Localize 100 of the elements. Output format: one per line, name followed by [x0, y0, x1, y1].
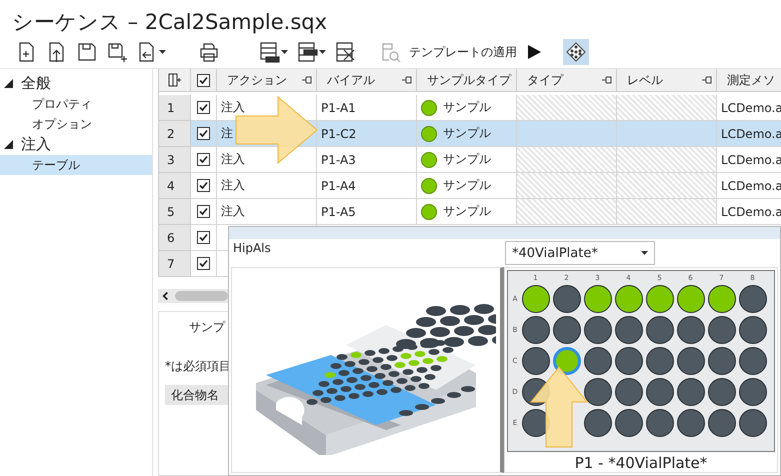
sample-type-label: サンプル: [443, 177, 491, 194]
vial-well[interactable]: [584, 408, 612, 436]
vial-well[interactable]: [614, 408, 642, 436]
tree-item[interactable]: オプション: [0, 114, 152, 134]
row-number: 5: [159, 199, 191, 225]
vial-well[interactable]: [738, 284, 766, 312]
vial-well[interactable]: [708, 378, 736, 406]
vial-well[interactable]: [646, 284, 674, 312]
checkbox[interactable]: [197, 205, 210, 218]
table-cell: P1-A4: [317, 173, 417, 199]
vial-well[interactable]: [676, 378, 704, 406]
vial-well[interactable]: [522, 316, 550, 344]
vial-well[interactable]: [584, 346, 612, 374]
vial-well[interactable]: [646, 378, 674, 406]
checkbox[interactable]: [197, 74, 210, 86]
tree-item[interactable]: プロパティ: [0, 94, 152, 114]
caret-icon: [319, 50, 326, 54]
scroll-thumb[interactable]: [175, 291, 228, 301]
window-title: シーケンス – 2Cal2Sample.sqx: [11, 9, 328, 36]
column-header-label: サンプルタイプ: [427, 72, 511, 88]
vial-well[interactable]: [584, 316, 612, 344]
vial-well[interactable]: [614, 284, 642, 312]
vial-well[interactable]: [614, 316, 642, 344]
caret-icon: [641, 251, 648, 255]
checkbox[interactable]: [197, 257, 210, 270]
expand-icon[interactable]: [4, 140, 13, 149]
vial-well[interactable]: [708, 408, 736, 436]
column-header-label: バイアル: [327, 72, 375, 88]
table-cell: P1-A5: [317, 199, 417, 225]
column-header-label: レベル: [627, 72, 663, 88]
table-cell: P1-A1: [317, 95, 417, 121]
checkbox[interactable]: [197, 127, 210, 140]
column-header[interactable]: 測定メソ: [717, 69, 781, 92]
table-cell: P1-C2: [317, 121, 417, 147]
caret-icon: [159, 50, 166, 54]
vial-well[interactable]: [676, 316, 704, 344]
vial-well[interactable]: [708, 284, 736, 312]
vial-well[interactable]: [522, 346, 550, 374]
vial-well[interactable]: [676, 408, 704, 436]
column-header-label: タイプ: [527, 72, 563, 88]
column-header[interactable]: タイプ: [517, 69, 617, 92]
vial-well[interactable]: [552, 284, 580, 312]
plate-caption: P1 - *40VialPlate*: [574, 454, 708, 472]
column-header[interactable]: レベル: [617, 69, 717, 92]
rows-icon[interactable]: [296, 41, 318, 63]
vial-well[interactable]: [738, 378, 766, 406]
apply-template-button[interactable]: テンプレートの適用: [378, 39, 519, 65]
vial-well[interactable]: [522, 284, 550, 312]
sample-type-label: サンプル: [443, 203, 491, 220]
vial-well[interactable]: [676, 346, 704, 374]
column-header[interactable]: アクション: [217, 69, 317, 92]
vial-well[interactable]: [614, 378, 642, 406]
sample-type-label: サンプル: [443, 99, 491, 116]
caret-icon: [281, 50, 288, 54]
row-number: 7: [159, 251, 191, 277]
checkbox[interactable]: [197, 101, 210, 114]
vial-well[interactable]: [738, 346, 766, 374]
table-cell: 注入: [217, 199, 317, 225]
column-header[interactable]: バイアル: [317, 69, 417, 92]
vial-well[interactable]: [584, 284, 612, 312]
checkbox[interactable]: [197, 153, 210, 166]
module-label: HipAls: [233, 241, 272, 255]
tree-item[interactable]: 全般: [0, 73, 152, 94]
column-header[interactable]: 化合物名: [165, 385, 229, 405]
rows-icon[interactable]: [258, 41, 280, 63]
column-header-label: アクション: [227, 72, 287, 88]
column-header-label: 測定メソ: [727, 72, 775, 88]
tree-item[interactable]: 注入: [0, 134, 152, 155]
play-icon[interactable]: [525, 43, 543, 61]
scroll-left-icon[interactable]: [162, 291, 170, 301]
vial-well[interactable]: [614, 346, 642, 374]
row-number: 6: [159, 225, 191, 251]
row-number: 2: [159, 121, 191, 147]
expand-icon[interactable]: [4, 79, 13, 88]
tree-item[interactable]: テーブル: [0, 155, 152, 175]
details-tab[interactable]: サンプ: [159, 312, 229, 342]
vial-well[interactable]: [552, 316, 580, 344]
vial-well[interactable]: [584, 378, 612, 406]
row-number: 3: [159, 147, 191, 173]
column-chooser-icon[interactable]: [168, 73, 182, 87]
table-cell: 注入: [217, 173, 317, 199]
vial-well[interactable]: [646, 408, 674, 436]
vial-well[interactable]: [708, 346, 736, 374]
vial-well[interactable]: [646, 346, 674, 374]
checkbox[interactable]: [197, 179, 210, 192]
checkbox[interactable]: [197, 231, 210, 244]
vial-well[interactable]: [738, 316, 766, 344]
table-cell: P1-A3: [317, 147, 417, 173]
row-number: 4: [159, 173, 191, 199]
row-number: 1: [159, 95, 191, 121]
vial-well[interactable]: [676, 284, 704, 312]
vial-well[interactable]: [646, 316, 674, 344]
horizontal-scrollbar[interactable]: [158, 289, 228, 303]
table-cell: 注入: [217, 147, 317, 173]
sample-type-label: サンプル: [443, 125, 491, 142]
column-header[interactable]: サンプルタイプ: [417, 69, 517, 92]
column-chooser-header[interactable]: [159, 69, 191, 92]
vial-well[interactable]: [708, 316, 736, 344]
vial-well[interactable]: [738, 408, 766, 436]
plate-select[interactable]: *40VialPlate*: [505, 241, 655, 265]
